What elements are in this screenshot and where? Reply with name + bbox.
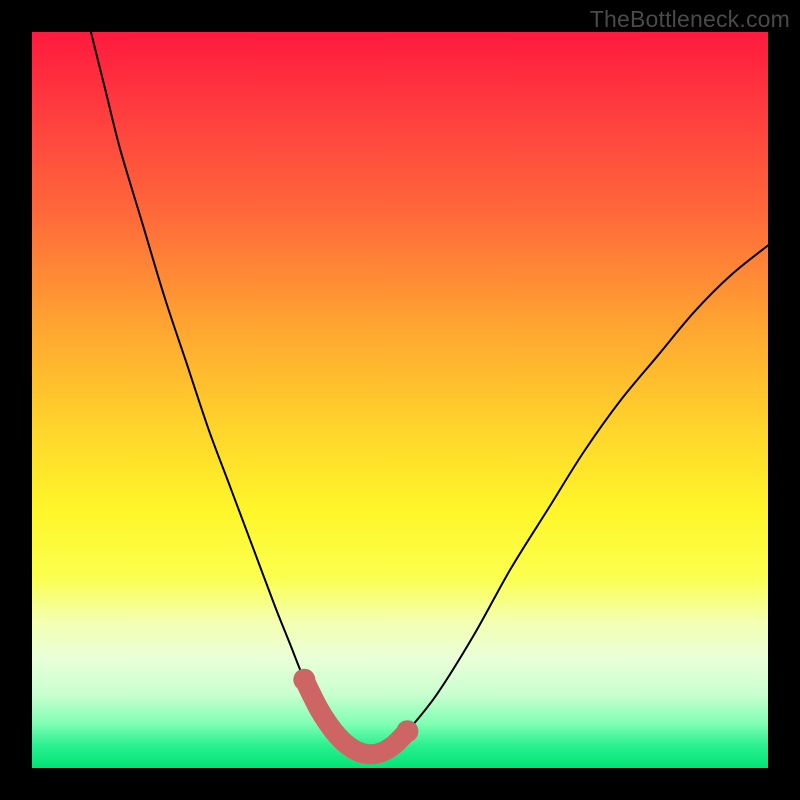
- optimal-band-dot: [293, 669, 315, 691]
- bottleneck-curve-svg: [32, 32, 768, 768]
- optimal-band-highlight: [304, 680, 407, 755]
- plot-area: [32, 32, 768, 768]
- bottleneck-curve: [91, 32, 768, 754]
- optimal-band-dot: [396, 720, 418, 742]
- chart-frame: TheBottleneck.com: [0, 0, 800, 800]
- watermark-text: TheBottleneck.com: [590, 6, 790, 33]
